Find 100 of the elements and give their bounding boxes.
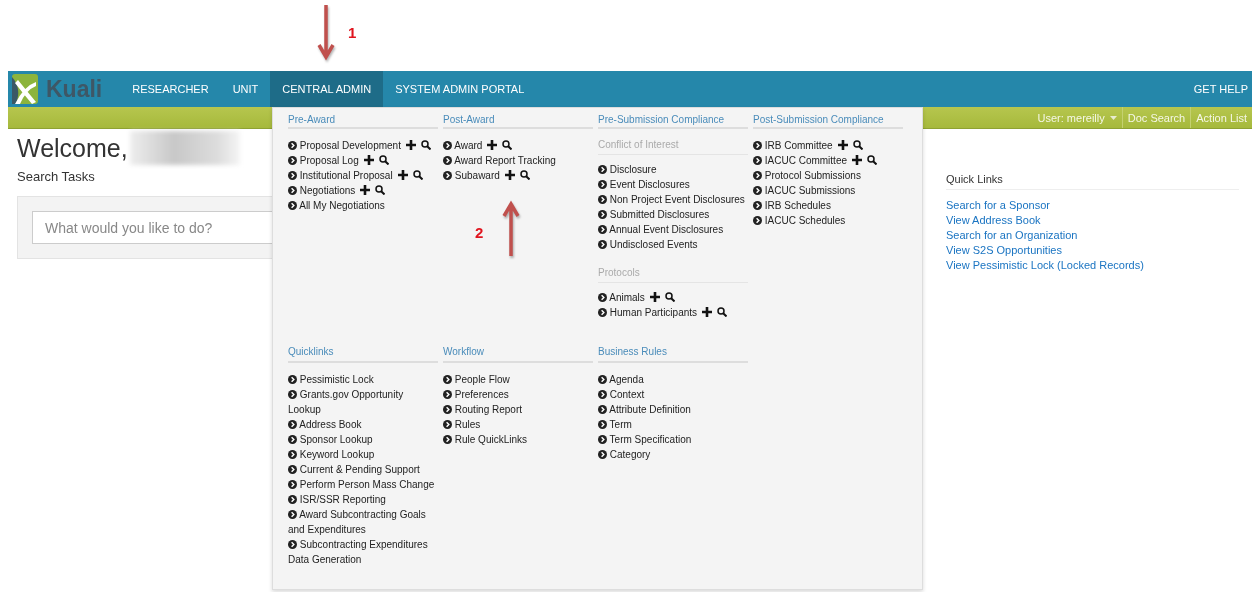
quick-link[interactable]: View S2S Opportunities	[946, 243, 1239, 258]
menu-item[interactable]: Term	[598, 417, 632, 432]
menu-item[interactable]: Proposal Log	[288, 153, 359, 168]
menu-item[interactable]: IACUC Submissions	[753, 183, 856, 198]
search-icon[interactable]	[664, 292, 675, 302]
menu-item[interactable]: Current & Pending Support	[288, 462, 420, 477]
menu-subheading: Protocols	[598, 266, 748, 283]
search-icon[interactable]	[420, 140, 431, 150]
plus-icon[interactable]	[405, 140, 416, 150]
plus-icon[interactable]	[852, 155, 862, 165]
chevron-icon	[288, 390, 297, 399]
menu-item[interactable]: Subcontracting Expenditures Data Generation	[288, 537, 438, 567]
plus-icon[interactable]	[504, 170, 515, 180]
search-icon[interactable]	[852, 140, 863, 150]
menu-item[interactable]: Submitted Disclosures	[598, 207, 710, 222]
menu-item[interactable]: IRB Committee	[753, 138, 833, 153]
arrow-icon	[502, 200, 520, 256]
search-icon[interactable]	[375, 185, 386, 195]
chevron-icon	[598, 308, 607, 317]
menu-item[interactable]: Animals	[598, 290, 645, 305]
menu-item[interactable]: Award Subcontracting Goals and Expenditures	[288, 507, 438, 537]
search-icon[interactable]	[378, 155, 389, 165]
nav-tab[interactable]: CENTRAL ADMIN	[270, 71, 384, 107]
nav-tab[interactable]: SYSTEM ADMIN PORTAL	[383, 71, 537, 107]
chevron-icon	[598, 180, 607, 189]
search-icon[interactable]	[519, 170, 530, 180]
plus-icon[interactable]	[702, 307, 713, 317]
menu-item[interactable]: Keyword Lookup	[288, 447, 375, 462]
menu-item[interactable]: Term Specification	[598, 432, 692, 447]
chevron-icon	[288, 510, 297, 519]
menu-item[interactable]: Rules	[443, 417, 481, 432]
menu-item[interactable]: Agenda	[598, 372, 644, 387]
quick-link[interactable]: View Pessimistic Lock (Locked Records)	[946, 258, 1239, 273]
plus-icon[interactable]	[397, 170, 408, 180]
plus-icon[interactable]	[360, 185, 371, 195]
menu-item[interactable]: Sponsor Lookup	[288, 432, 373, 447]
menu-item[interactable]: IACUC Schedules	[753, 213, 846, 228]
menu-item[interactable]: Proposal Development	[288, 138, 401, 153]
chevron-icon	[598, 405, 607, 414]
search-icon[interactable]	[502, 140, 513, 150]
menu-item[interactable]: Address Book	[288, 417, 362, 432]
menu-item[interactable]: Event Disclosures	[598, 177, 690, 192]
chevron-icon	[443, 171, 452, 180]
chevron-icon	[288, 156, 297, 165]
quick-link[interactable]: View Address Book	[946, 213, 1239, 228]
menu-item[interactable]: All My Negotiations	[288, 198, 385, 213]
chevron-icon	[443, 375, 452, 384]
menu-item[interactable]: Grants.gov Opportunity Lookup	[288, 387, 438, 417]
nav-tab[interactable]: UNIT	[220, 71, 271, 107]
nav-tab[interactable]: RESEARCHER	[120, 71, 221, 107]
chevron-icon	[753, 171, 762, 180]
menu-item[interactable]: Undisclosed Events	[598, 237, 698, 252]
menu-item[interactable]: Context	[598, 387, 645, 402]
quick-link[interactable]: Search for an Organization	[946, 228, 1239, 243]
chevron-icon	[288, 495, 297, 504]
menu-item[interactable]: People Flow	[443, 372, 510, 387]
chevron-icon	[288, 435, 297, 444]
plus-icon[interactable]	[837, 140, 848, 150]
plus-icon[interactable]	[363, 155, 374, 165]
menu-item[interactable]: Attribute Definition	[598, 402, 691, 417]
menu-item[interactable]: Pessimistic Lock	[288, 372, 374, 387]
search-icon[interactable]	[717, 307, 728, 317]
menu-item[interactable]: Perform Person Mass Change	[288, 477, 435, 492]
menu-item[interactable]: Subaward	[443, 168, 500, 183]
menu-item[interactable]: Category	[598, 447, 651, 462]
help-link[interactable]: GET HELP	[1189, 71, 1252, 107]
menu-heading: Post-Submission Compliance	[753, 108, 903, 129]
annotation-number: 1	[348, 24, 357, 41]
chevron-icon	[598, 195, 607, 204]
menu-item[interactable]: IACUC Committee	[753, 153, 847, 168]
plus-icon[interactable]	[487, 140, 498, 150]
chevron-icon	[288, 540, 297, 549]
quick-link[interactable]: Search for a Sponsor	[946, 198, 1239, 213]
menu-item[interactable]: Rule QuickLinks	[443, 432, 528, 447]
section-title: Quick Links	[946, 173, 1239, 190]
chevron-icon	[443, 435, 452, 444]
caret-icon	[1109, 115, 1117, 120]
menu-item[interactable]: Award Report Tracking	[443, 153, 556, 168]
chevron-icon	[753, 156, 762, 165]
chevron-icon	[598, 450, 607, 459]
chevron-icon	[288, 171, 297, 180]
chevron-icon	[598, 210, 607, 219]
menu-item[interactable]: ISR/SSR Reporting	[288, 492, 386, 507]
chevron-icon	[443, 141, 452, 150]
menu-item[interactable]: Protocol Submissions	[753, 168, 861, 183]
menu-item[interactable]: Non Project Event Disclosures	[598, 192, 745, 207]
menu-item[interactable]: Human Participants	[598, 305, 698, 320]
menu-item[interactable]: Award	[443, 138, 483, 153]
logo-icon	[12, 74, 38, 104]
chevron-icon	[288, 141, 297, 150]
search-icon[interactable]	[867, 155, 877, 165]
menu-item[interactable]: Disclosure	[598, 162, 657, 177]
menu-item[interactable]: Preferences	[443, 387, 509, 402]
search-icon[interactable]	[412, 170, 423, 180]
menu-item[interactable]: Institutional Proposal	[288, 168, 393, 183]
plus-icon[interactable]	[649, 292, 660, 302]
menu-item[interactable]: Routing Report	[443, 402, 523, 417]
menu-item[interactable]: IRB Schedules	[753, 198, 831, 213]
menu-item[interactable]: Annual Event Disclosures	[598, 222, 724, 237]
menu-item[interactable]: Negotiations	[288, 183, 356, 198]
